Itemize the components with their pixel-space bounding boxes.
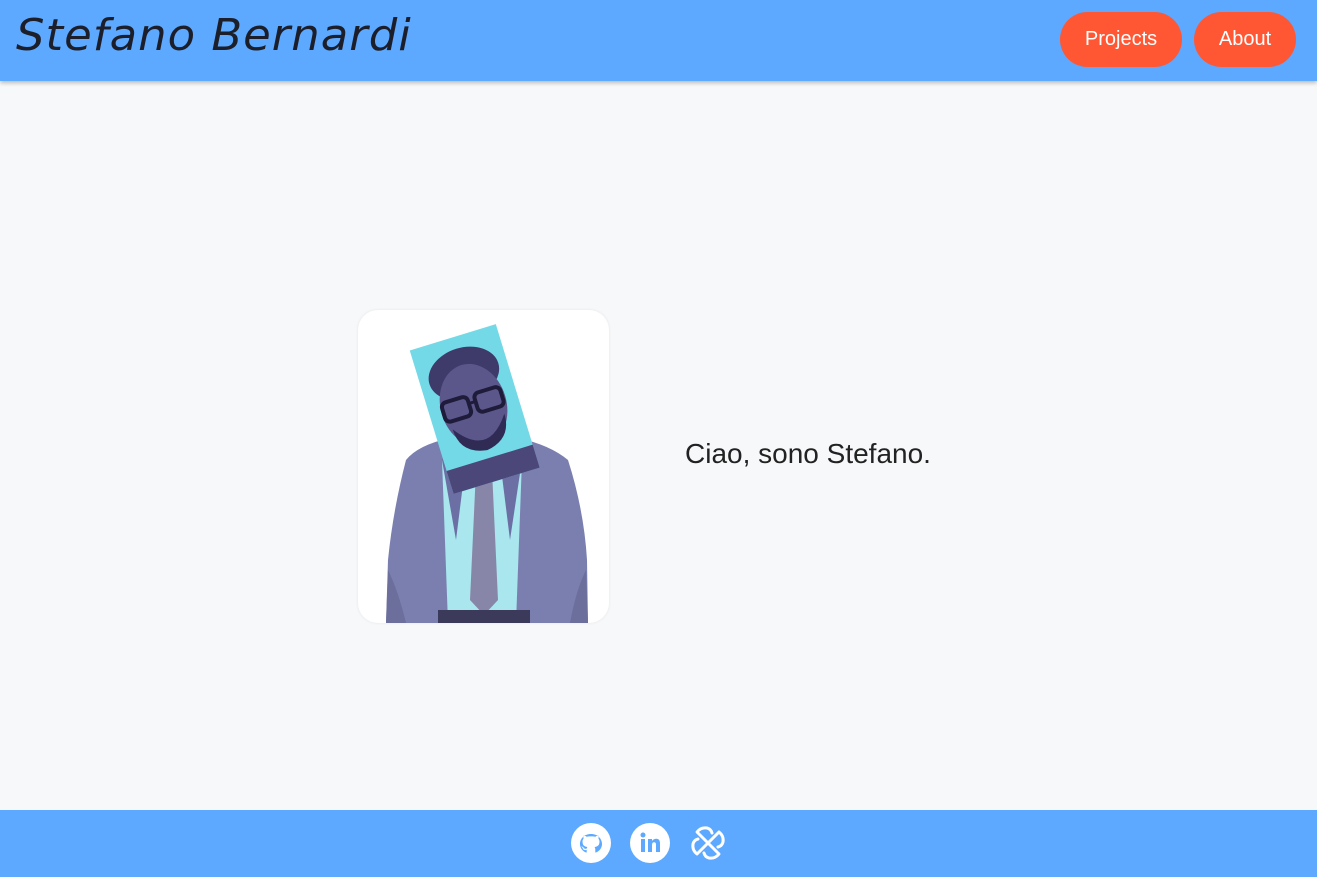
greeting-text: Ciao, sono Stefano. — [685, 438, 931, 469]
main-content: Ciao, sono Stefano. — [0, 81, 1317, 810]
site-title[interactable]: Stefano Bernardi — [16, 6, 412, 66]
header-bar: Stefano Bernardi Projects About — [0, 0, 1317, 81]
profile-photo — [358, 310, 609, 623]
github-icon[interactable] — [571, 823, 611, 863]
linkedin-icon[interactable] — [630, 823, 670, 863]
slack-icon[interactable] — [688, 823, 728, 863]
footer-bar — [0, 810, 1317, 877]
about-button[interactable]: About — [1194, 12, 1296, 67]
projects-button[interactable]: Projects — [1060, 12, 1182, 67]
profile-photo-illustration — [386, 324, 588, 623]
